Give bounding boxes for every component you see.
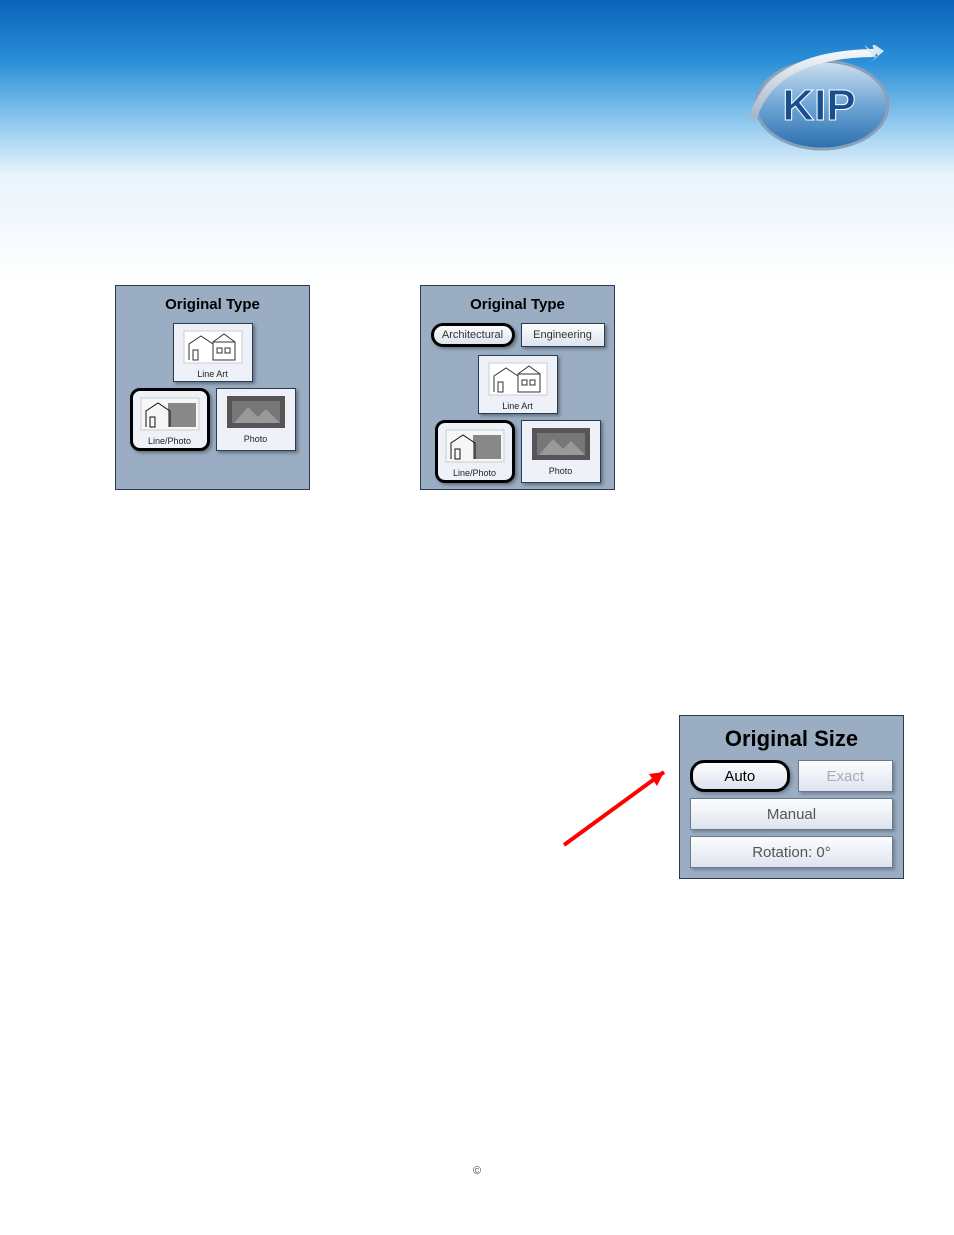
house-linephoto-icon: [443, 427, 507, 465]
category-label: Engineering: [533, 329, 592, 341]
option-label: Line Art: [502, 401, 533, 411]
size-exact-button[interactable]: Exact: [798, 760, 894, 792]
copyright-symbol: ©: [473, 1165, 481, 1177]
option-linephoto[interactable]: Line/Photo: [435, 420, 515, 483]
logo-text: KIP: [782, 81, 855, 130]
option-label: Line/Photo: [453, 468, 496, 478]
button-label: Rotation: 0°: [752, 844, 831, 861]
footer-copyright: ©: [0, 1165, 954, 1177]
option-lineart[interactable]: Line Art: [478, 355, 558, 414]
header-fade: [0, 175, 954, 285]
panels-row: Original Type Line Art: [60, 285, 894, 490]
page: KIP Original Type: [0, 0, 954, 1235]
size-manual-button[interactable]: Manual: [690, 798, 893, 830]
option-label: Line Art: [197, 369, 228, 379]
panel-title: Original Size: [690, 726, 893, 752]
button-label: Manual: [767, 806, 816, 823]
original-type-panel-right: Original Type Architectural Engineering: [420, 285, 615, 490]
option-label: Line/Photo: [148, 436, 191, 446]
option-linephoto[interactable]: Line/Photo: [130, 388, 210, 451]
option-lineart[interactable]: Line Art: [173, 323, 253, 382]
house-photo-icon: [224, 393, 288, 431]
button-label: Exact: [826, 768, 864, 785]
house-lineart-icon: [181, 328, 245, 366]
option-photo[interactable]: Photo: [216, 388, 296, 451]
content: Original Type Line Art: [0, 285, 954, 490]
house-photo-icon: [529, 425, 593, 463]
panel-title: Original Type: [124, 296, 301, 313]
category-label: Architectural: [442, 329, 503, 341]
button-label: Auto: [724, 768, 755, 785]
original-type-panel-left: Original Type Line Art: [115, 285, 310, 490]
size-rotation-button[interactable]: Rotation: 0°: [690, 836, 893, 868]
kip-logo: KIP: [744, 45, 894, 155]
option-label: Photo: [549, 466, 573, 476]
option-photo[interactable]: Photo: [521, 420, 601, 483]
header-band: KIP: [0, 0, 954, 175]
panel-title: Original Type: [429, 296, 606, 313]
original-size-panel: Original Size Auto Exact Manual Rotation…: [679, 715, 904, 879]
option-label: Photo: [244, 434, 268, 444]
category-architectural[interactable]: Architectural: [431, 323, 515, 347]
house-lineart-icon: [486, 360, 550, 398]
red-arrow-annotation: [559, 760, 679, 850]
category-engineering[interactable]: Engineering: [521, 323, 605, 347]
size-auto-button[interactable]: Auto: [690, 760, 790, 792]
house-linephoto-icon: [138, 395, 202, 433]
